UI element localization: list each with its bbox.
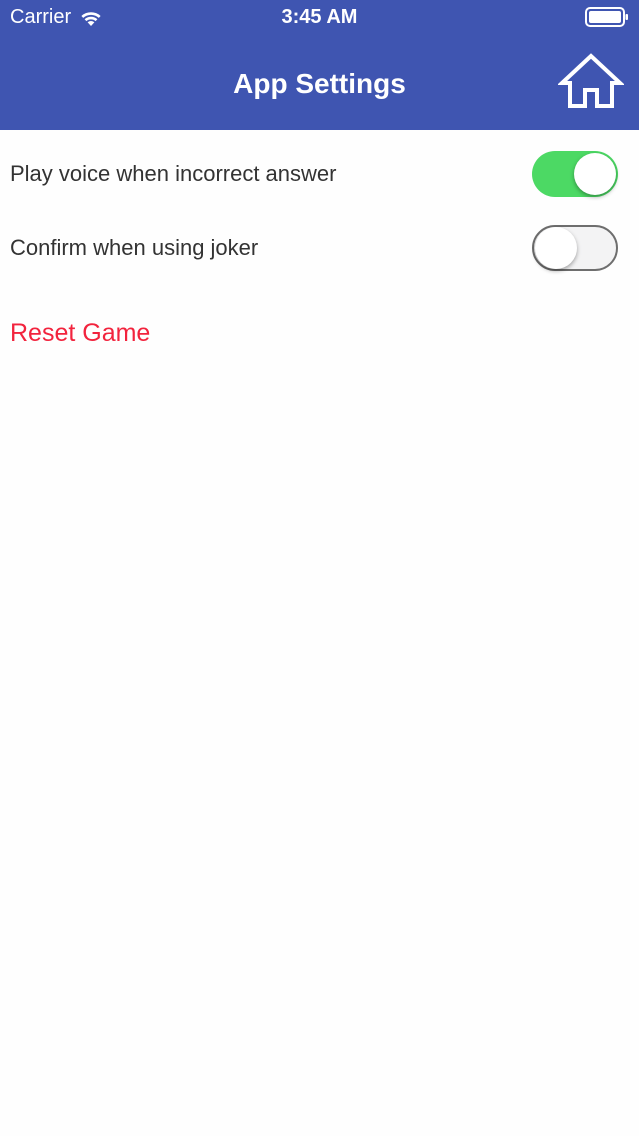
toggle-knob	[574, 153, 616, 195]
setting-label-confirm-joker: Confirm when using joker	[10, 235, 259, 260]
battery-icon	[585, 7, 628, 27]
play-voice-toggle[interactable]	[532, 151, 618, 197]
clock: 3:45 AM	[281, 6, 358, 28]
setting-label-play-voice: Play voice when incorrect answer	[10, 161, 337, 186]
toggle-knob	[535, 227, 577, 269]
page-title: App Settings	[233, 68, 406, 99]
confirm-joker-toggle[interactable]	[532, 225, 618, 271]
home-button[interactable]	[556, 52, 626, 110]
setting-row-play-voice: Play voice when incorrect answer	[0, 144, 639, 204]
reset-game-button[interactable]: Reset Game	[10, 319, 150, 348]
setting-row-confirm-joker: Confirm when using joker	[0, 218, 639, 278]
home-icon	[556, 53, 626, 108]
navigation-bar: Carrier 3:45 AM App Settings	[0, 0, 639, 130]
status-bar: Carrier 3:45 AM	[0, 0, 639, 36]
